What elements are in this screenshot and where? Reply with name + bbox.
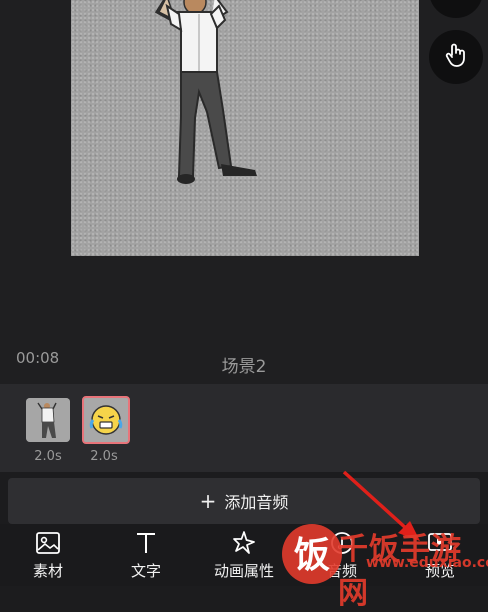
toolbar-item-text[interactable]: 文字 [106,528,186,584]
text-icon [134,528,158,558]
preview-canvas[interactable]: . [71,0,419,256]
watermark-url: www.eduxiao.com [366,555,488,571]
hand-pointer-icon [443,42,469,72]
crying-face-icon [84,398,128,442]
character-figure: . [154,0,257,184]
clip-thumbnail-1[interactable] [26,398,70,442]
scene-title: 场景2 [221,357,267,377]
toolbar-item-animation[interactable]: 动画属性 [204,528,284,584]
plus-icon: + [199,489,217,513]
character-thumbnail-icon [26,398,70,442]
clip-thumbnail-2[interactable] [82,396,130,444]
add-audio-button[interactable]: + 添加音频 [8,478,480,524]
clip-duration-2: 2.0s [90,449,118,464]
gesture-button[interactable] [429,30,483,84]
toolbar-item-material[interactable]: 素材 [8,528,88,584]
add-audio-label: 添加音频 [224,493,289,512]
clip-duration-1: 2.0s [34,449,62,464]
timeline-strip [0,384,488,472]
image-icon [35,528,61,558]
toolbar-label-animation: 动画属性 [213,562,274,580]
sparkle-icon [231,528,257,558]
toolbar-label-text: 文字 [130,562,161,580]
toolbar-label-material: 素材 [32,562,63,580]
